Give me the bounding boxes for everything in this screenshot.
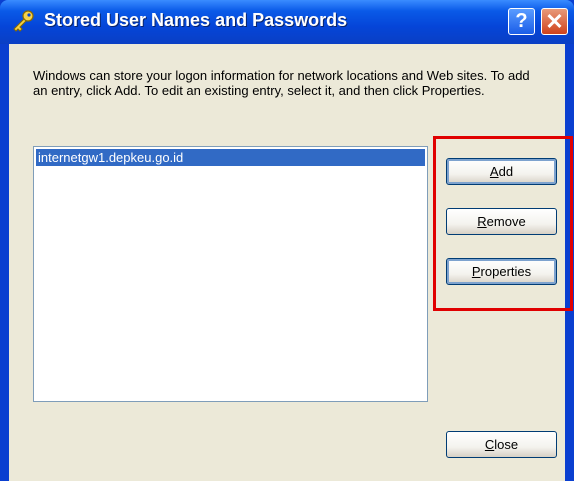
close-mnemonic: C <box>484 437 495 452</box>
credentials-list[interactable]: internetgw1.depkeu.go.id <box>33 146 428 402</box>
dialog-body: Windows can store your logon information… <box>9 44 573 481</box>
close-button[interactable]: Close <box>446 431 557 458</box>
add-mnemonic: A <box>489 164 499 179</box>
remove-button[interactable]: Remove <box>446 208 557 235</box>
window-title: Stored User Names and Passwords <box>44 10 348 30</box>
properties-mnemonic: P <box>471 264 481 279</box>
close-window-button[interactable]: ✕ <box>541 8 568 35</box>
remove-mnemonic: R <box>477 214 487 229</box>
properties-label-rest: roperties <box>480 264 532 279</box>
list-item-label: internetgw1.depkeu.go.id <box>38 150 184 165</box>
add-label-rest: dd <box>498 164 514 179</box>
dialog-window: Stored User Names and Passwords ? ✕ Wind… <box>0 0 574 481</box>
title-bar[interactable]: Stored User Names and Passwords ? ✕ <box>0 0 574 44</box>
description-text: Windows can store your logon information… <box>33 68 530 98</box>
help-button[interactable]: ? <box>508 8 535 35</box>
remove-label-rest: emove <box>486 214 526 229</box>
close-label-rest: lose <box>494 437 519 452</box>
close-icon: ✕ <box>545 8 564 34</box>
help-icon: ? <box>515 10 528 32</box>
add-button[interactable]: Add <box>446 158 557 185</box>
list-item[interactable]: internetgw1.depkeu.go.id <box>36 149 425 166</box>
key-icon <box>13 10 34 32</box>
properties-button[interactable]: Properties <box>446 258 557 285</box>
